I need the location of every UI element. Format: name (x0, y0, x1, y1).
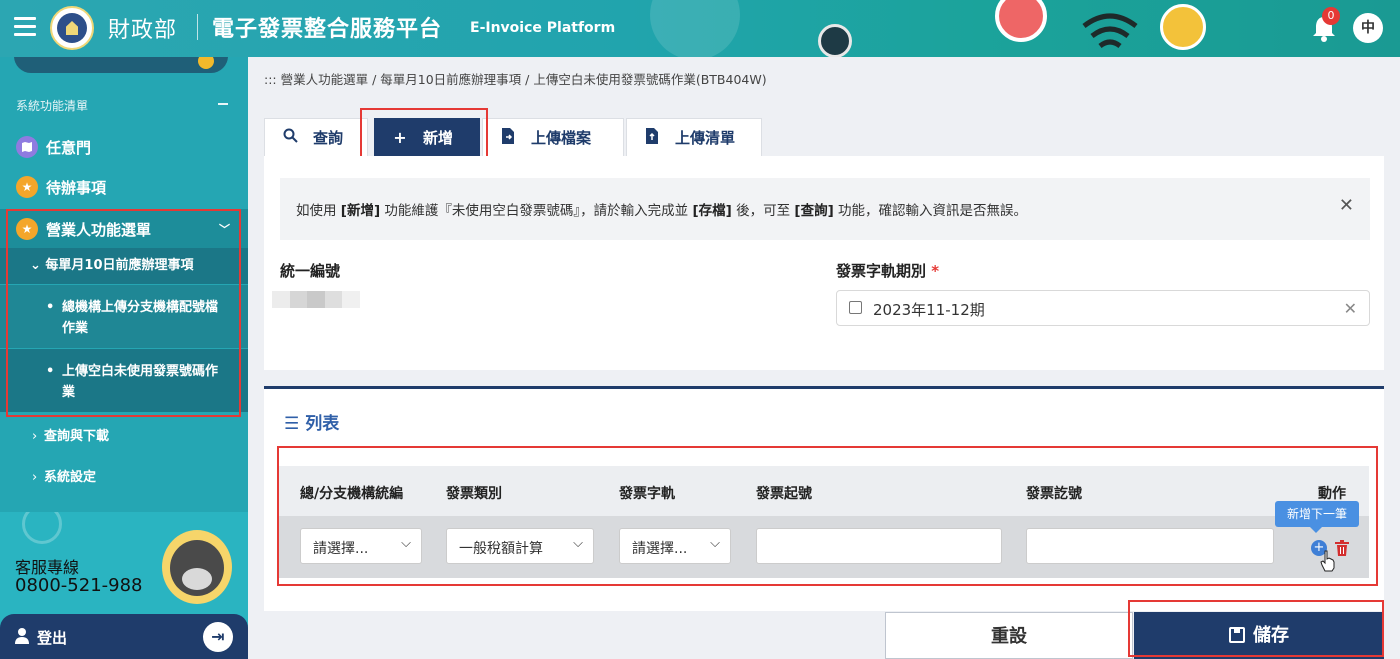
sidebar-section-label: 系統功能清單 (16, 99, 89, 113)
ministry-name: 財政部 (108, 18, 178, 43)
user-avatar[interactable]: 中 (1353, 13, 1383, 43)
required-mark: * (931, 262, 940, 280)
file-upload-icon (499, 127, 517, 148)
file-list-icon (643, 127, 661, 148)
search-icon (281, 128, 299, 147)
platform-title: 電子發票整合服務平台 (212, 17, 443, 42)
tax-id-value-redacted (272, 291, 360, 308)
decor-gold-coin (1160, 4, 1206, 50)
tab-label: 上傳清單 (675, 129, 736, 147)
sidebar: 系統功能清單 任意門 ★ 待辦事項 ★ 營業人功能選單 ﹀ ⌄ 每單月10日前應… (0, 57, 248, 659)
invoice-period-value: 2023年11-12期 (873, 301, 985, 319)
notice-text: 功能維護『未使用空白發票號碼』，請於輸入完成並 (380, 203, 693, 219)
decor-badge (995, 0, 1047, 42)
decor-circle (650, 0, 740, 57)
logout-label: 登出 (37, 629, 68, 647)
calendar-icon (849, 301, 862, 314)
list-icon: ☰ (284, 414, 300, 434)
highlight-box-sidebar (6, 209, 241, 417)
tab-label: 查詢 (313, 129, 344, 147)
sidebar-item-label: 任意門 (46, 138, 92, 157)
invoice-period-picker[interactable]: 2023年11-12期 ✕ (836, 290, 1370, 326)
user-icon (15, 628, 29, 644)
tax-id-label: 統一編號 (280, 262, 341, 280)
highlight-box-save (1128, 600, 1384, 657)
notice-text: 如使用 (296, 203, 341, 219)
notice-text: 後，可至 (731, 203, 795, 219)
clear-icon[interactable]: ✕ (1344, 299, 1357, 318)
decor-circle (22, 512, 62, 544)
logout-icon[interactable]: ⇥ (203, 622, 233, 652)
decor-wifi-icon (1082, 13, 1138, 49)
star-icon: ★ (16, 176, 38, 198)
platform-title-en: E-Invoice Platform (470, 20, 616, 36)
menu-toggle-icon[interactable] (14, 17, 36, 37)
notice-keyword: [存檔] (692, 203, 732, 219)
sidebar-item-query-download[interactable]: 查詢與下載 (0, 417, 248, 457)
notice-banner: 如使用 [新增] 功能維護『未使用空白發票號碼』，請於輸入完成並 [存檔] 後，… (280, 178, 1370, 240)
highlight-box-table (277, 446, 1378, 586)
collapse-icon[interactable] (218, 103, 228, 105)
reset-button[interactable]: 重設 (885, 612, 1133, 659)
sidebar-item-todo[interactable]: ★ 待辦事項 (0, 167, 248, 207)
form-panel: 如使用 [新增] 功能維護『未使用空白發票號碼』，請於輸入完成並 [存檔] 後，… (264, 156, 1384, 370)
sidebar-item-system-settings[interactable]: 系統設定 (0, 458, 248, 498)
close-icon[interactable]: ✕ (1339, 195, 1354, 216)
notice-keyword: [新增] (340, 203, 381, 219)
customer-service-phone: 0800-521-988 (15, 575, 143, 596)
mascot-image (162, 530, 232, 604)
list-title: ☰ 列表 (284, 409, 339, 434)
tab-upload-file[interactable]: 上傳檔案 (482, 118, 624, 156)
list-title-text: 列表 (305, 414, 340, 434)
header-divider (197, 14, 198, 40)
ministry-logo[interactable] (50, 6, 94, 50)
invoice-period-label: 發票字軌期別 * (836, 260, 939, 281)
logout-bar[interactable]: 登出 ⇥ (0, 614, 248, 659)
sidebar-item-portal[interactable]: 任意門 (0, 127, 248, 167)
notice-keyword: [查詢] (794, 203, 834, 219)
tab-label: 上傳檔案 (531, 129, 592, 147)
tab-upload-list[interactable]: 上傳清單 (626, 118, 762, 156)
sidebar-item-label: 待辦事項 (46, 178, 107, 197)
notice-text: 功能，確認輸入資訊是否無誤。 (833, 203, 1028, 219)
map-icon (16, 136, 38, 158)
top-header: 財政部 電子發票整合服務平台 E-Invoice Platform 0 中 (0, 0, 1400, 57)
sidebar-top-banner (14, 57, 228, 73)
invoice-period-label-text: 發票字軌期別 (836, 262, 927, 280)
decor-coin (818, 24, 852, 57)
tab-query[interactable]: 查詢 (264, 118, 368, 156)
notification-badge: 0 (1322, 7, 1340, 25)
breadcrumb[interactable]: ::: 營業人功能選單 / 每單月10日前應辦理事項 / 上傳空白未使用發票號碼… (264, 69, 767, 88)
